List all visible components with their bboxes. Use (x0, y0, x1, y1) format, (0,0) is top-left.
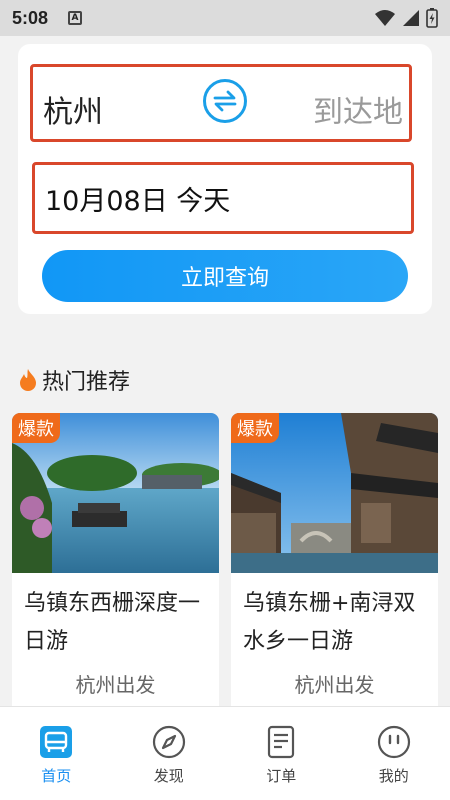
bottom-navigation: 首页 发现 订单 我的 (0, 706, 450, 800)
tour-card[interactable]: 爆款 乌镇东栅+南浔双水乡一日游 杭州出发 (231, 413, 438, 723)
flame-icon (20, 369, 36, 391)
hot-section-title: 热门推荐 (42, 370, 131, 395)
destination-city-placeholder[interactable]: 到达地 (313, 87, 403, 131)
tour-card[interactable]: 爆款 乌镇东西栅深度一日游 杭州出发 (12, 413, 219, 723)
tour-photo: 爆款 (231, 413, 438, 573)
status-time: 5:08 (12, 7, 49, 28)
battery-charging-icon (426, 8, 438, 28)
nav-orders[interactable]: 订单 (225, 707, 338, 800)
signal-icon (403, 10, 419, 26)
nav-profile-label: 我的 (378, 767, 409, 785)
swap-cities-button[interactable] (203, 79, 247, 123)
hot-section-header: 热门推荐 (18, 364, 130, 396)
swap-arrows-icon (213, 90, 237, 112)
nav-home-label: 首页 (41, 767, 72, 785)
departure-label: 杭州出发 (75, 673, 156, 697)
status-bar: 5:08 A (0, 0, 450, 36)
search-card: 杭州 到达地 10月08日 今天 立即查询 (18, 44, 432, 314)
departure-city[interactable]: 杭州 (43, 87, 103, 131)
date-selector[interactable]: 10月08日 今天 (32, 162, 414, 234)
nav-orders-label: 订单 (266, 767, 297, 785)
nav-discover-label: 发现 (153, 767, 184, 785)
face-icon (377, 725, 410, 759)
hot-badge: 爆款 (231, 413, 279, 443)
departure-label: 杭州出发 (294, 673, 375, 697)
nav-home[interactable]: 首页 (0, 707, 113, 800)
hot-badge: 爆款 (12, 413, 60, 443)
tour-photo: 爆款 (12, 413, 219, 573)
app-notification-icon: A (68, 11, 83, 25)
nav-discover[interactable]: 发现 (113, 707, 226, 800)
wifi-icon (375, 10, 395, 26)
compass-icon (152, 725, 185, 759)
nav-profile[interactable]: 我的 (338, 707, 450, 800)
route-selector: 杭州 到达地 (30, 64, 412, 142)
document-icon (268, 725, 295, 759)
tour-title: 乌镇东西栅深度一日游 (24, 591, 201, 654)
status-icons (374, 8, 438, 28)
tour-title: 乌镇东栅+南浔双水乡一日游 (243, 591, 416, 654)
travel-date: 10月08日 今天 (45, 186, 231, 217)
query-button[interactable]: 立即查询 (42, 250, 408, 302)
home-bus-icon (40, 726, 73, 758)
